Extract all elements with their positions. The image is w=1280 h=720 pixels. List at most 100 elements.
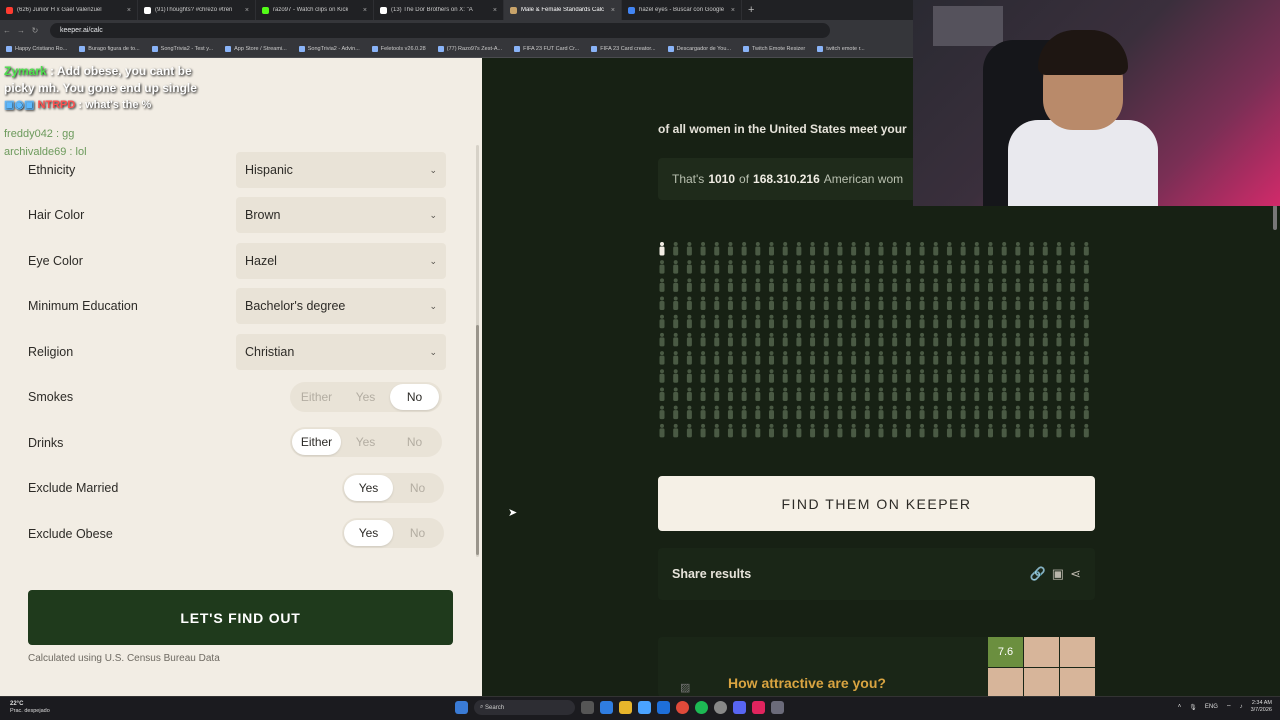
bookmark-item[interactable]: Descargador de You... <box>667 46 731 52</box>
person-figure <box>988 278 993 292</box>
settings-gear-icon[interactable] <box>714 701 727 714</box>
hair-color-select[interactable]: Brown ⌄ <box>236 197 446 233</box>
close-tab-icon[interactable]: × <box>731 7 735 14</box>
discord-icon[interactable] <box>733 701 746 714</box>
wifi-icon[interactable]: ⌔ <box>1226 703 1232 711</box>
browser-tab[interactable]: hazel eyes - Buscar con Google × <box>622 0 742 20</box>
microphone-icon[interactable]: 🎙 <box>1189 704 1197 711</box>
religion-select[interactable]: Christian ⌄ <box>236 334 446 370</box>
bookmark-icon <box>371 46 378 52</box>
person-figure <box>796 369 802 383</box>
person-figure <box>851 369 857 383</box>
person-figure <box>946 296 952 311</box>
person-figure <box>1001 405 1007 420</box>
person-figure <box>1042 260 1048 274</box>
music-app-icon[interactable] <box>752 701 765 714</box>
chrome-icon[interactable] <box>676 701 689 714</box>
attractiveness-title: How attractive are you? <box>728 675 886 691</box>
task-view-icon[interactable] <box>581 701 594 714</box>
person-figure <box>1070 314 1076 329</box>
app-icon[interactable] <box>771 701 784 714</box>
bookmark-item[interactable]: Feletools v26.0.28 <box>371 46 426 52</box>
forward-icon[interactable]: → <box>14 26 28 35</box>
person-figure <box>905 242 911 256</box>
image-icon[interactable]: ▣ <box>1052 566 1064 582</box>
ethnicity-select[interactable]: Hispanic ⌄ <box>236 152 446 188</box>
married-option-yes[interactable]: Yes <box>344 475 393 501</box>
person-figure <box>769 405 774 420</box>
browser-tab[interactable]: (13) The Dor Brothers on X: "A × <box>374 0 504 20</box>
person-figure <box>933 387 939 401</box>
bookmark-item[interactable]: FIFA 23 Card creator... <box>591 46 656 52</box>
find-them-on-keeper-button[interactable]: FIND THEM ON KEEPER <box>658 476 1095 531</box>
browser-tab[interactable]: razo97 - Watch clips on Kick × <box>256 0 374 20</box>
url-input[interactable]: keeper.ai/calc <box>50 23 830 38</box>
close-tab-icon[interactable]: × <box>245 7 249 14</box>
browser-tab[interactable]: Male & Female Standards Calc × <box>504 0 622 20</box>
bookmark-item[interactable]: FIFA 23 FUT Card Cr... <box>514 46 579 52</box>
person-figure <box>974 278 980 292</box>
bookmark-item[interactable]: Twitch Emote Resizer <box>743 46 805 52</box>
bookmark-item[interactable]: SongTrivia2 - Test y... <box>151 46 213 52</box>
browser-tab[interactable]: (91)Thoughts? #chrezo #tren × <box>138 0 256 20</box>
link-icon[interactable]: 🔗 <box>1030 566 1046 582</box>
person-figure <box>714 351 720 365</box>
drinks-option-yes[interactable]: Yes <box>341 429 390 455</box>
person-figure <box>755 423 761 438</box>
married-option-no[interactable]: No <box>393 475 442 501</box>
bookmark-item[interactable]: App Store / Streami... <box>225 46 287 52</box>
thumbnail <box>1024 668 1059 698</box>
share-icon[interactable]: ⋖ <box>1070 566 1081 582</box>
windows-start-icon[interactable] <box>455 701 468 714</box>
close-tab-icon[interactable]: × <box>363 7 367 14</box>
person-figure <box>659 369 665 383</box>
smokes-option-either[interactable]: Either <box>292 384 341 410</box>
language-indicator[interactable]: ENG <box>1205 704 1218 710</box>
scrollbar-thumb[interactable] <box>476 325 479 555</box>
page-scrollbar-thumb[interactable] <box>1273 205 1277 230</box>
close-tab-icon[interactable]: × <box>127 7 131 14</box>
bookmark-label: FIFA 23 FUT Card Cr... <box>523 46 580 52</box>
store-icon[interactable] <box>638 701 651 714</box>
obese-option-no[interactable]: No <box>393 520 442 546</box>
person-figure <box>1015 242 1021 256</box>
panel-scrollbar[interactable] <box>476 145 479 557</box>
spotify-icon[interactable] <box>695 701 708 714</box>
bookmark-item[interactable]: twitch emote r... <box>817 46 865 52</box>
person-figure <box>741 278 747 292</box>
new-tab-icon[interactable]: + <box>742 4 760 16</box>
attractiveness-card[interactable]: ▨ How attractive are you? 7.6 <box>658 637 1095 698</box>
person-figure <box>810 278 816 292</box>
person-figure-highlighted <box>659 242 665 256</box>
tab-label: Male & Female Standards Calc <box>521 7 605 13</box>
person-figure <box>1042 351 1048 365</box>
smokes-option-yes[interactable]: Yes <box>341 384 390 410</box>
reload-icon[interactable]: ↻ <box>28 26 42 35</box>
back-icon[interactable]: ← <box>0 26 14 35</box>
chevron-up-icon[interactable]: ˄ <box>1178 704 1182 710</box>
drinks-option-no[interactable]: No <box>390 429 439 455</box>
taskbar-search[interactable]: ⌕ Search <box>474 700 575 715</box>
mail-icon[interactable] <box>657 701 670 714</box>
obese-option-yes[interactable]: Yes <box>344 520 393 546</box>
close-tab-icon[interactable]: × <box>493 7 497 14</box>
file-explorer-icon[interactable] <box>619 701 632 714</box>
tab-favicon-icon <box>510 6 517 14</box>
volume-icon[interactable]: ♪ <box>1240 704 1243 710</box>
bookmark-item[interactable]: (77) Razo97s Zest-A... <box>437 46 502 52</box>
streamer-shirt <box>1008 120 1158 206</box>
edge-icon[interactable] <box>600 701 613 714</box>
eye-color-select[interactable]: Hazel ⌄ <box>236 243 446 279</box>
browser-tab[interactable]: (626) Junior H x Gael Valenzuel × <box>0 0 138 20</box>
bookmark-item[interactable]: Happy Cristiano Ro... <box>6 46 67 52</box>
education-select[interactable]: Bachelor's degree ⌄ <box>236 288 446 324</box>
bookmark-item[interactable]: Burago figura de to... <box>79 46 140 52</box>
close-tab-icon[interactable]: × <box>611 7 615 14</box>
drinks-option-either[interactable]: Either <box>292 429 341 455</box>
smokes-option-no[interactable]: No <box>390 384 439 410</box>
lets-find-out-button[interactable]: LET'S FIND OUT <box>28 590 453 645</box>
clock[interactable]: 2:34 AM 3/7/2026 <box>1251 700 1272 714</box>
bookmark-item[interactable]: SongTrivia2 - Advin... <box>298 46 360 52</box>
weather-widget[interactable]: 22°C Prac. despejado <box>10 701 50 715</box>
person-figure <box>673 405 679 420</box>
